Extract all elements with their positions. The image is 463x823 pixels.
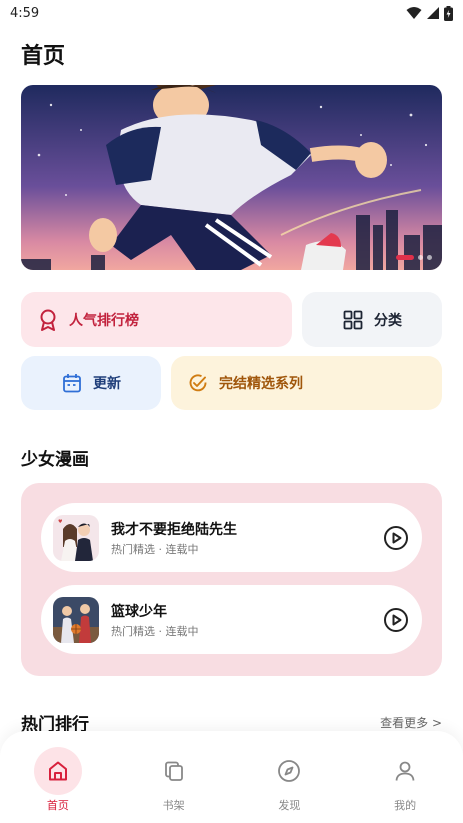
see-more-link[interactable]: 查看更多 > bbox=[380, 714, 442, 731]
grid-icon bbox=[342, 309, 364, 331]
wifi-icon bbox=[406, 7, 422, 19]
comic-title: 篮球少年 bbox=[111, 603, 167, 620]
nav-profile[interactable]: 我的 bbox=[347, 731, 463, 823]
nav-bookshelf[interactable]: 书架 bbox=[116, 731, 232, 823]
comic-subtitle: 热门精选 · 连载中 bbox=[111, 542, 199, 556]
nav-profile-label: 我的 bbox=[394, 799, 417, 812]
nav-home-label: 首页 bbox=[46, 799, 69, 812]
comic-subtitle: 热门精选 · 连载中 bbox=[111, 624, 199, 638]
rank-label: 人气排行榜 bbox=[69, 312, 139, 329]
rank-button[interactable]: 人气排行榜 bbox=[21, 292, 292, 347]
home-icon bbox=[33, 747, 82, 795]
play-icon[interactable] bbox=[383, 607, 409, 633]
svg-text:♥: ♥ bbox=[58, 519, 63, 525]
category-label: 分类 bbox=[374, 312, 402, 329]
update-label: 更新 bbox=[93, 376, 121, 392]
comic-cover: ♥ bbox=[53, 514, 99, 561]
signal-icon bbox=[427, 7, 439, 19]
page-title: 首页 bbox=[21, 44, 66, 69]
nav-discover[interactable]: 发现 bbox=[232, 731, 348, 823]
completed-label: 完结精选系列 bbox=[219, 376, 303, 392]
play-icon[interactable] bbox=[383, 525, 409, 551]
banner-dot-active bbox=[396, 255, 414, 260]
shoujo-panel: ♥ 我才不要拒绝陆先生 热门精选 · 连载中 篮球少年 热门精选 · 连载中 bbox=[21, 483, 442, 676]
user-icon bbox=[381, 747, 429, 795]
comic-item[interactable]: 篮球少年 热门精选 · 连载中 bbox=[41, 585, 422, 654]
nav-discover-label: 发现 bbox=[278, 799, 301, 812]
banner-dot bbox=[427, 255, 432, 260]
battery-icon bbox=[444, 5, 453, 21]
ribbon-icon bbox=[37, 309, 59, 331]
shoujo-section-title: 少女漫画 bbox=[21, 450, 89, 470]
calendar-icon bbox=[61, 372, 83, 394]
nav-bookshelf-label: 书架 bbox=[162, 799, 185, 812]
compass-icon bbox=[265, 747, 313, 795]
comic-item[interactable]: ♥ 我才不要拒绝陆先生 热门精选 · 连载中 bbox=[41, 503, 422, 572]
bottom-nav: 首页 书架 发现 我的 bbox=[0, 731, 463, 823]
status-time: 4:59 bbox=[10, 5, 40, 21]
banner-artwork bbox=[21, 85, 442, 270]
hero-banner[interactable] bbox=[21, 85, 442, 270]
completed-button[interactable]: 完结精选系列 bbox=[171, 356, 442, 410]
bookshelf-icon bbox=[150, 747, 198, 795]
comic-cover bbox=[53, 596, 99, 643]
status-icons bbox=[406, 5, 453, 21]
status-bar: 4:59 bbox=[0, 0, 463, 26]
nav-home[interactable]: 首页 bbox=[0, 731, 116, 823]
comic-title: 我才不要拒绝陆先生 bbox=[111, 521, 237, 538]
check-circle-icon bbox=[187, 372, 209, 394]
banner-indicator bbox=[396, 255, 432, 260]
update-button[interactable]: 更新 bbox=[21, 356, 161, 410]
banner-dot bbox=[418, 255, 423, 260]
category-button[interactable]: 分类 bbox=[302, 292, 442, 347]
